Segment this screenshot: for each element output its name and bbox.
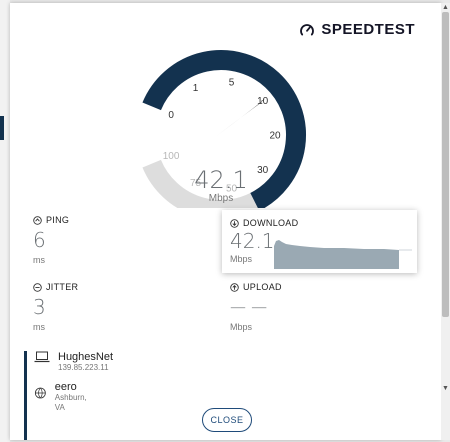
host-name: eero [54,381,77,393]
jitter-label: JITTER [46,282,79,292]
gauge-tick-label: 100 [163,151,180,162]
gauge-tick-label: 20 [269,131,281,142]
ping-stat: PING 6 ms [33,215,69,265]
scrollbar-thumb[interactable] [442,12,449,317]
scroll-up-arrow-icon[interactable]: ▲ [441,3,450,12]
speedtest-modal: SPEEDTEST 0 1 5 10 20 30 50 75 100 42.1 Mbps PIN… [10,3,441,440]
jitter-value: 3 [33,295,46,319]
gauge-tick-label: 10 [257,96,269,107]
upload-label: UPLOAD [243,282,282,292]
isp-row: HughesNet 139.85.223.11 [34,351,113,373]
gauge-tick-label: 30 [257,165,269,176]
ping-unit: ms [33,255,45,265]
ping-value: 6 [33,228,46,252]
upload-value: — — [230,297,268,316]
gauge-value: 42.1 [194,166,247,194]
laptop-icon [34,351,50,363]
gauge-tick-label: 5 [229,78,235,89]
jitter-icon [33,282,42,292]
gauge-tick-label: 0 [168,110,174,121]
upload-stat: UPLOAD — — Mbps [230,282,282,332]
host-row: eero Ashburn, VA [34,381,90,413]
speed-gauge: 01 51020305075100 42.1 Mbps [142,50,306,208]
download-icon [230,218,239,228]
server-info-bar [24,351,27,440]
scroll-down-arrow-icon[interactable]: ▼ [441,384,450,393]
background-accent [0,116,4,140]
ping-label: PING [46,215,70,225]
close-button[interactable]: CLOSE [202,408,252,432]
jitter-stat: JITTER 3 ms [33,282,78,332]
ping-icon [33,215,42,225]
jitter-unit: ms [33,322,45,332]
gauge-unit: Mbps [209,193,233,204]
upload-unit: Mbps [230,322,253,332]
globe-icon [34,387,46,399]
isp-ip: 139.85.223.11 [58,363,109,372]
isp-name: HughesNet [58,351,114,363]
host-location: Ashburn, VA [54,393,87,412]
upload-icon [230,282,239,292]
download-card: DOWNLOAD 42.1 Mbps [222,210,417,273]
gauge-tick-label: 1 [193,83,199,94]
background-page [0,0,10,442]
download-graph [274,240,412,269]
download-label: DOWNLOAD [243,218,299,228]
